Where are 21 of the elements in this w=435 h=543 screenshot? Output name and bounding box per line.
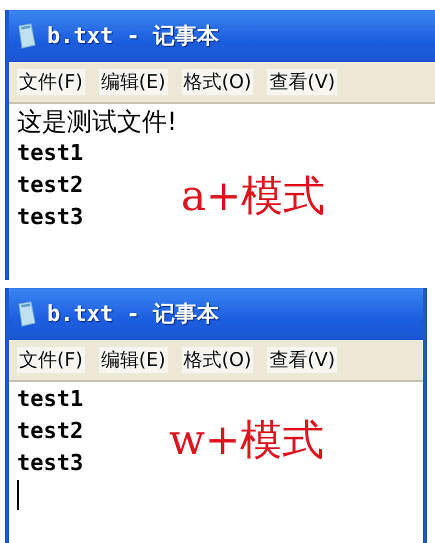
- window-title: b.txt - 记事本: [47, 23, 219, 51]
- menu-item[interactable]: 查看(V): [267, 347, 338, 373]
- annotation-label: w+模式: [169, 414, 324, 466]
- text-line: test2: [17, 172, 84, 200]
- menu-item[interactable]: 编辑(E): [98, 69, 168, 95]
- window-title: b.txt - 记事本: [47, 301, 219, 329]
- annotation-label: a+模式: [181, 170, 326, 222]
- notepad-icon: [17, 23, 37, 49]
- menu-item[interactable]: 文件(F): [17, 347, 85, 373]
- text-line: test1: [17, 140, 84, 168]
- text-line: test1: [17, 386, 84, 414]
- text-line: 这是测试文件!: [17, 106, 178, 138]
- text-line: test3: [17, 204, 84, 232]
- menu-item[interactable]: 编辑(E): [98, 347, 168, 373]
- notepad-icon: [17, 301, 37, 327]
- menu-item[interactable]: 格式(O): [182, 69, 254, 95]
- menu-item[interactable]: 格式(O): [182, 347, 254, 373]
- text-line: test3: [17, 450, 84, 478]
- menu-item[interactable]: 文件(F): [17, 69, 85, 95]
- menu-item[interactable]: 查看(V): [267, 69, 338, 95]
- text-line: test2: [17, 418, 84, 446]
